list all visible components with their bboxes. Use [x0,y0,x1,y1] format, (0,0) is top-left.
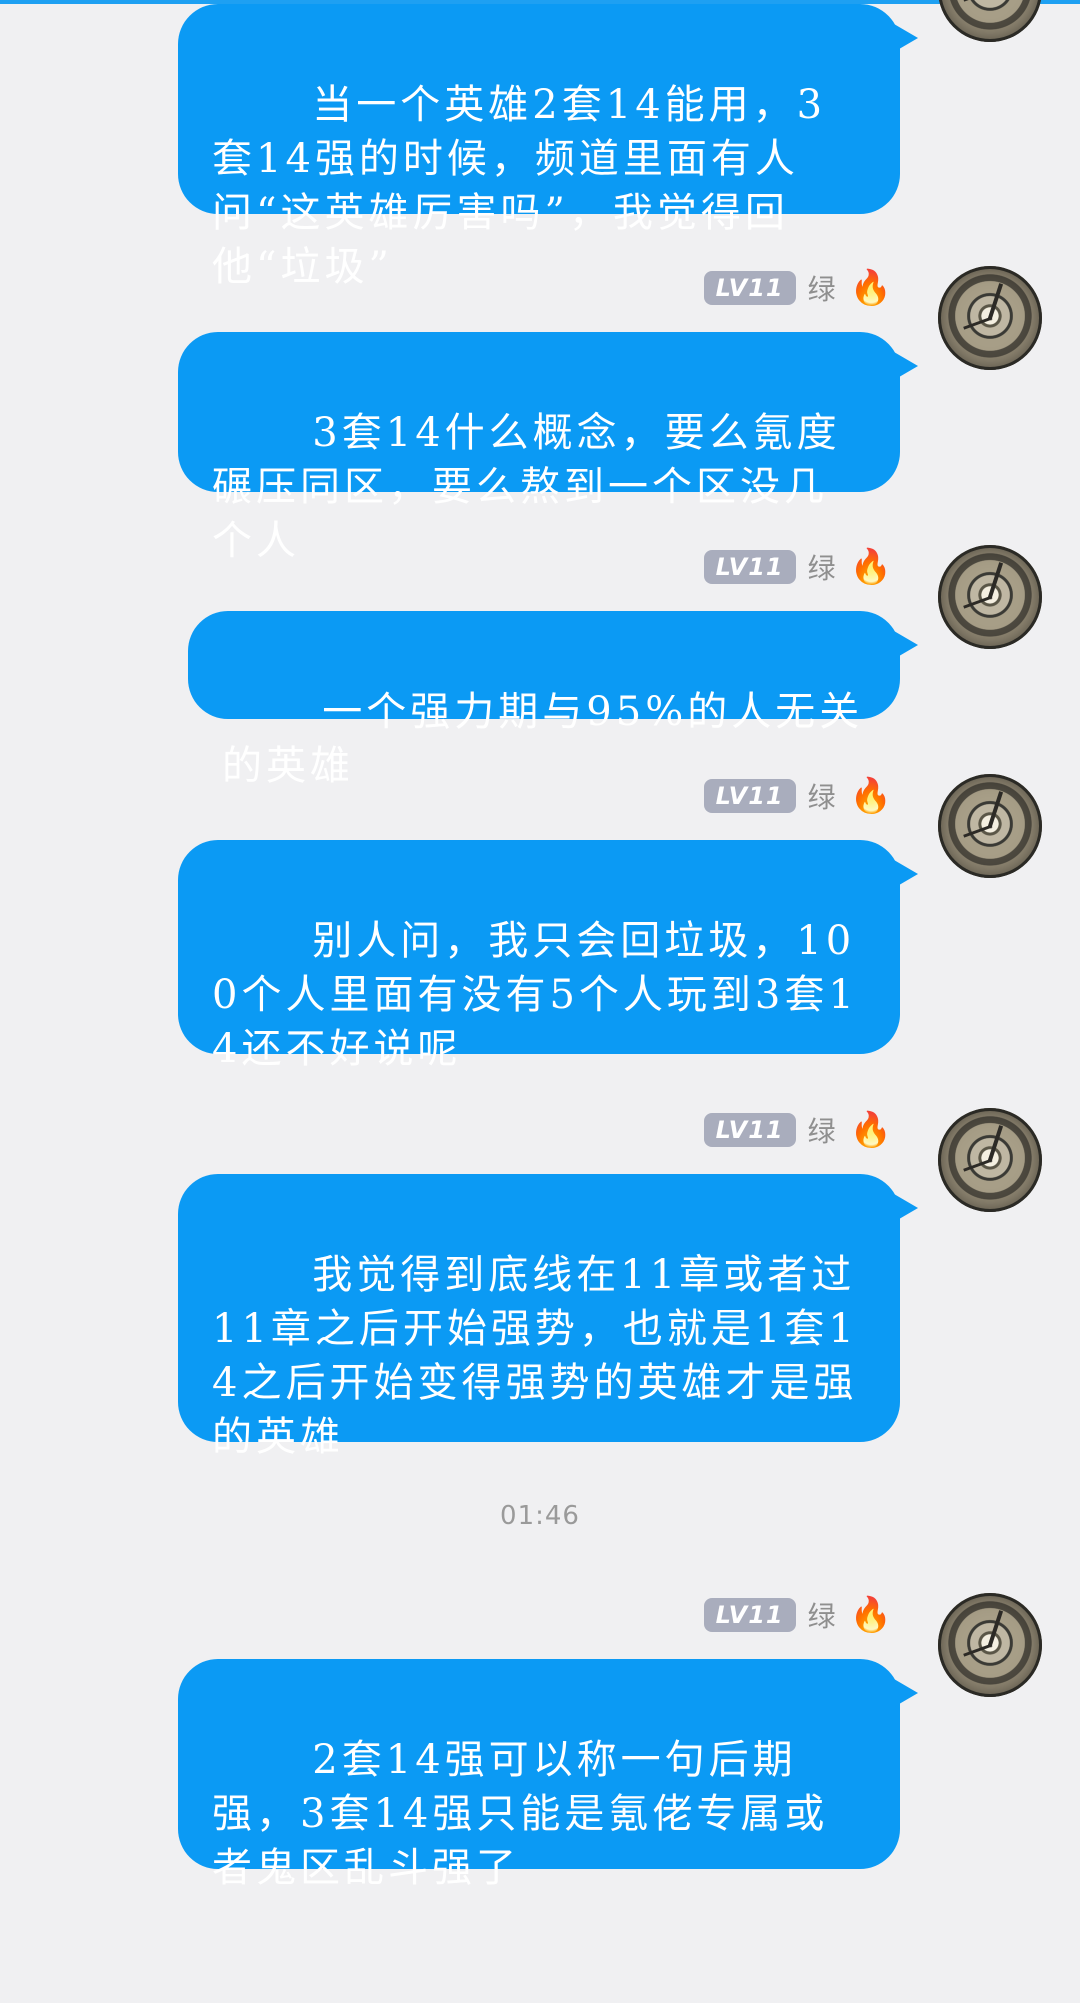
sender-nickname[interactable]: 绿 [808,547,836,587]
message-header: LV11 绿 🔥 [703,268,892,308]
message-text: 3套14什么概念，要么氪度碾压同区，要么熬到一个区没几个人 [212,410,841,564]
fire-icon: 🔥 [849,1595,892,1635]
sender-avatar[interactable] [938,1108,1042,1212]
chat-message-list[interactable]: 当一个英雄2套14能用，3套14强的时候，频道里面有人问“这英雄厉害吗”，我觉得… [0,0,1080,1891]
message-text: 我觉得到底线在11章或者过11章之后开始强势，也就是1套14之后开始变得强势的英… [212,1252,858,1460]
sender-nickname[interactable]: 绿 [808,268,836,308]
message-text: 2套14强可以称一句后期强，3套14强只能是氪佬专属或者鬼区乱斗强了 [212,1737,829,1891]
bubble-tail [894,24,918,52]
message-bubble[interactable]: 2套14强可以称一句后期强，3套14强只能是氪佬专属或者鬼区乱斗强了 [178,1659,918,1891]
message-header: LV11 绿 🔥 [703,1110,892,1150]
message-header: LV11 绿 🔥 [703,547,892,587]
sender-nickname[interactable]: 绿 [808,1110,836,1150]
fire-icon: 🔥 [849,1110,892,1150]
bubble-tail [894,352,918,380]
message-bubble[interactable]: 当一个英雄2套14能用，3套14强的时候，频道里面有人问“这英雄厉害吗”，我觉得… [178,4,918,290]
message-bubble[interactable]: 一个强力期与95%的人无关的英雄 [188,611,918,789]
sender-avatar[interactable] [938,1593,1042,1697]
level-badge: LV11 [703,1598,796,1632]
level-badge: LV11 [703,550,796,584]
sender-nickname[interactable]: 绿 [808,1595,836,1635]
bubble-tail [894,631,918,659]
sender-nickname[interactable]: 绿 [808,776,836,816]
bubble-tail [894,1679,918,1707]
message-header: LV11 绿 🔥 [703,776,892,816]
bubble-tail [894,860,918,888]
message-text: 别人问，我只会回垃圾，100个人里面有没有5个人玩到3套14还不好说呢 [212,918,858,1072]
message-text: 一个强力期与95%的人无关的英雄 [222,689,864,789]
level-badge: LV11 [703,779,796,813]
message-bubble[interactable]: 3套14什么概念，要么氪度碾压同区，要么熬到一个区没几个人 [178,332,918,564]
sender-avatar[interactable] [938,266,1042,370]
sender-avatar[interactable] [938,774,1042,878]
sender-avatar[interactable] [938,0,1042,42]
message-text: 当一个英雄2套14能用，3套14强的时候，频道里面有人问“这英雄厉害吗”，我觉得… [212,82,827,290]
level-badge: LV11 [703,271,796,305]
sender-avatar[interactable] [938,545,1042,649]
fire-icon: 🔥 [849,776,892,816]
fire-icon: 🔥 [849,268,892,308]
message-timestamp: 01:46 [500,1501,580,1531]
level-badge: LV11 [703,1113,796,1147]
message-header: LV11 绿 🔥 [703,1595,892,1635]
message-bubble[interactable]: 我觉得到底线在11章或者过11章之后开始强势，也就是1套14之后开始变得强势的英… [178,1174,918,1460]
message-bubble[interactable]: 别人问，我只会回垃圾，100个人里面有没有5个人玩到3套14还不好说呢 [178,840,918,1072]
fire-icon: 🔥 [849,547,892,587]
bubble-tail [894,1194,918,1222]
